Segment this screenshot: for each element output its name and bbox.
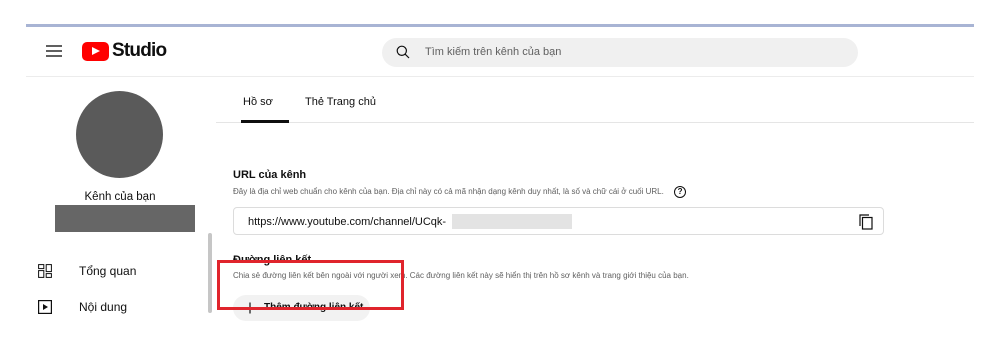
search-icon [396,45,410,59]
search-input[interactable]: Tìm kiếm trên kênh của bạn [425,46,561,58]
studio-logo[interactable]: Studio [82,40,167,62]
active-tab-indicator [241,120,289,123]
content-icon [38,300,52,314]
tab-profile[interactable]: Hồ sơ [243,96,273,108]
sidebar-item-content[interactable]: Nội dung [26,295,206,319]
sidebar-scrollbar[interactable] [208,233,212,313]
header: Studio Tìm kiếm trên kênh của bạn [26,27,974,77]
highlight-box [217,260,404,310]
channel-url-value[interactable]: https://www.youtube.com/channel/UCqk- [248,216,446,228]
tab-home-card[interactable]: Thẻ Trang chủ [305,96,376,108]
help-icon[interactable]: ? [674,186,687,198]
channel-url-description-row: Đây là địa chỉ web chuẩn cho kênh của bạ… [233,186,687,198]
redacted-url-part [452,214,572,229]
logo-text: Studio [112,40,167,61]
sidebar-item-dashboard[interactable]: Tổng quan [26,259,206,283]
tab-bar: Hồ sơ Thẻ Trang chủ [216,78,974,123]
sidebar: Kênh của bạn Tổng quan Nội dung [26,78,214,320]
sidebar-item-label: Tổng quan [79,264,137,278]
menu-icon[interactable] [46,45,62,57]
channel-avatar[interactable] [76,91,163,178]
studio-window: Studio Tìm kiếm trên kênh của bạn Kênh c… [26,24,974,321]
channel-url-title: URL của kênh [233,169,307,181]
redacted-channel-name [55,205,195,232]
dashboard-icon [38,264,52,278]
youtube-play-icon [82,41,109,61]
channel-url-description: Đây là địa chỉ web chuẩn cho kênh của bạ… [233,187,664,197]
copy-icon[interactable] [859,214,873,230]
search-bar[interactable]: Tìm kiếm trên kênh của bạn [382,38,858,67]
sidebar-item-label: Nội dung [79,300,128,314]
channel-label: Kênh của bạn [84,191,156,203]
channel-url-field[interactable]: https://www.youtube.com/channel/UCqk- [233,207,884,235]
